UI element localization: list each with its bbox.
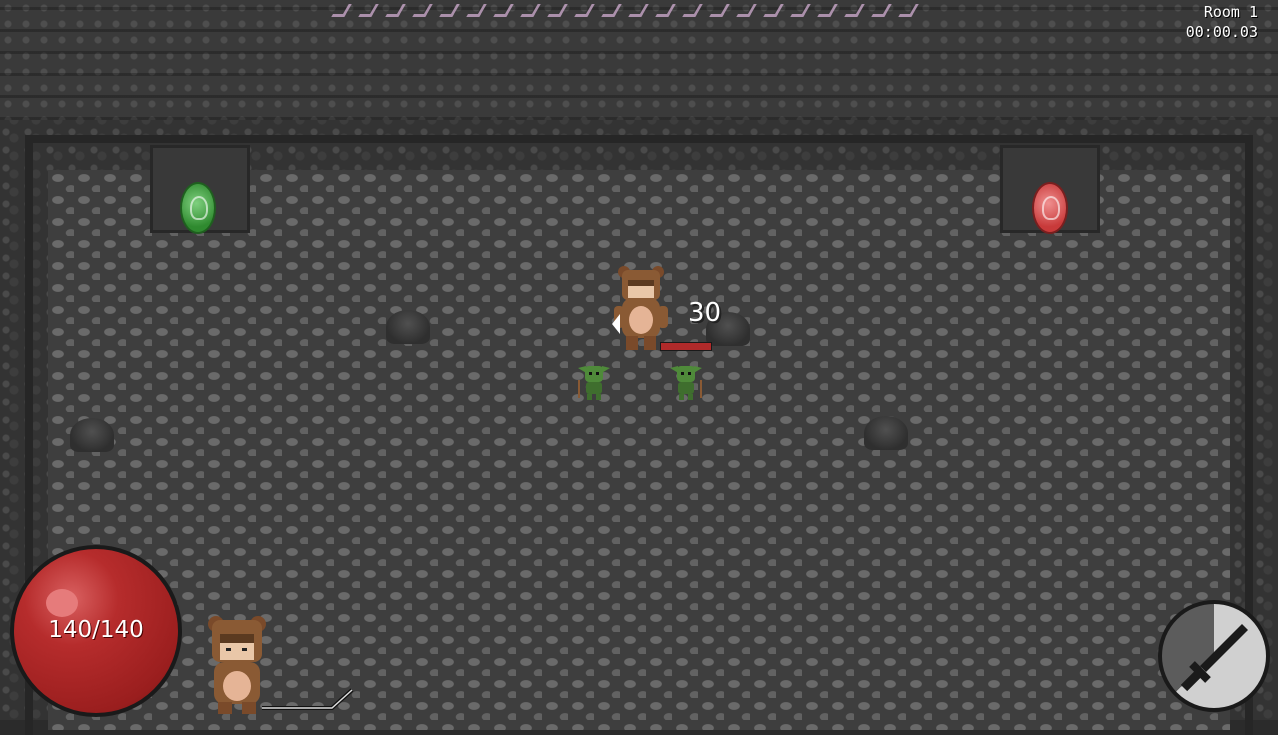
- orb-highlight: [46, 589, 78, 617]
- ceiling-vines: [331, 4, 919, 26]
- rock: [70, 418, 114, 452]
- enemy-health-fill: [661, 343, 711, 350]
- enemy-health-bar: [660, 342, 712, 351]
- red-portal-icon[interactable]: [1032, 182, 1068, 234]
- room-info: Room 1 00:00.03: [1186, 2, 1258, 42]
- game-scene: 30 Room 1 00:00.03 140/140: [0, 0, 1278, 735]
- goblin-enemy: [670, 366, 702, 400]
- run-timer: 00:00.03: [1185, 23, 1258, 41]
- rock: [864, 416, 908, 450]
- player-character: [612, 266, 668, 350]
- health-orb: 140/140: [10, 545, 182, 717]
- green-portal-icon[interactable]: [180, 182, 216, 234]
- sword-icon: [1180, 624, 1248, 692]
- room-label: Room 1: [1203, 3, 1258, 21]
- damage-number: 30: [688, 298, 722, 328]
- character-portrait: [208, 616, 266, 714]
- portrait-tail: [262, 688, 354, 710]
- goblin-enemy: [578, 366, 610, 400]
- weapon-button[interactable]: [1158, 600, 1270, 712]
- rock: [386, 310, 430, 344]
- health-text: 140/140: [48, 617, 144, 643]
